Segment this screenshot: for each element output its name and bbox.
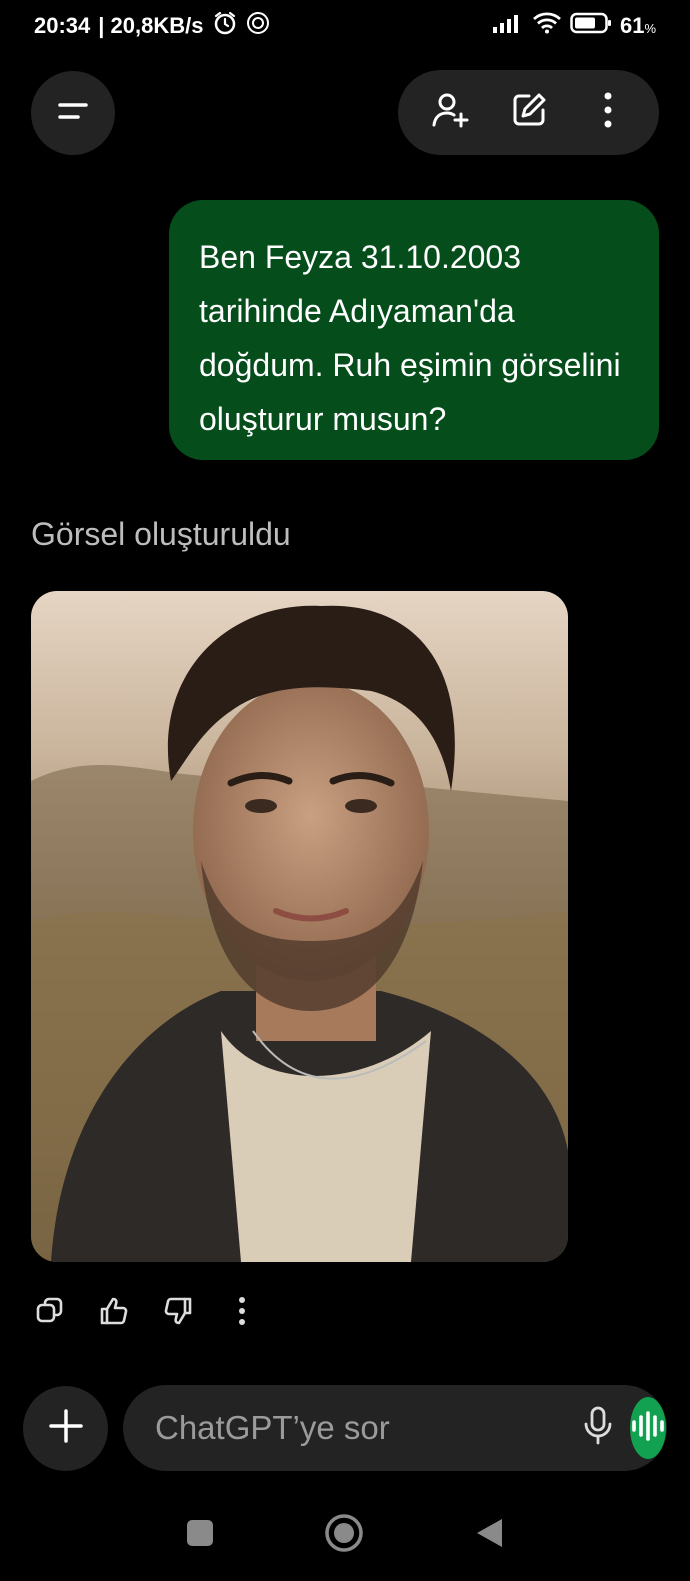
copy-icon [34, 1295, 66, 1332]
recents-square-icon[interactable] [186, 1519, 214, 1552]
generated-image[interactable] [31, 591, 568, 1262]
user-message-text: Ben Feyza 31.10.2003 tarihinde Adıyaman'… [199, 239, 621, 437]
wifi-icon [532, 12, 562, 40]
header-actions [398, 70, 659, 155]
alarm-icon [212, 10, 238, 42]
message-composer [123, 1385, 667, 1471]
home-circle-icon[interactable] [324, 1513, 364, 1558]
more-vertical-icon [602, 91, 614, 134]
add-person-icon [430, 90, 470, 135]
more-options-button[interactable] [580, 85, 636, 141]
response-actions [28, 1288, 264, 1338]
battery-icon [570, 12, 612, 40]
battery-value: 61 [619, 13, 645, 38]
system-nav-bar [0, 1500, 690, 1570]
status-left: 20:34 | 20,8KB/s [34, 10, 270, 42]
battery-unit: % [644, 21, 656, 36]
status-right: 61% [492, 12, 656, 40]
signal-icon [492, 13, 524, 39]
mic-icon [582, 1406, 614, 1451]
status-bar: 20:34 | 20,8KB/s 61% [0, 0, 690, 52]
copy-button[interactable] [28, 1291, 72, 1335]
new-chat-icon [509, 90, 549, 135]
menu-button[interactable] [31, 71, 115, 155]
attach-button[interactable] [23, 1386, 108, 1471]
more-vertical-icon [237, 1296, 247, 1331]
menu-icon [54, 97, 92, 130]
status-time: 20:34 [34, 13, 91, 38]
thumbs-up-button[interactable] [92, 1291, 136, 1335]
plus-icon [48, 1408, 84, 1449]
chatgpt-notification-icon [246, 11, 270, 41]
image-generated-label: Görsel oluşturuldu [31, 516, 291, 552]
status-net-speed: | 20,8KB/s [98, 13, 204, 38]
voice-mode-icon [630, 1410, 666, 1446]
dictate-button[interactable] [582, 1400, 614, 1456]
thumbs-up-icon [98, 1295, 130, 1332]
user-message-bubble: Ben Feyza 31.10.2003 tarihinde Adıyaman'… [169, 200, 659, 460]
new-chat-button[interactable] [501, 85, 557, 141]
back-triangle-icon[interactable] [474, 1517, 504, 1554]
response-more-button[interactable] [220, 1291, 264, 1335]
message-input[interactable] [153, 1408, 582, 1448]
thumbs-down-button[interactable] [156, 1291, 200, 1335]
voice-mode-button[interactable] [630, 1397, 666, 1459]
add-person-button[interactable] [422, 85, 478, 141]
thumbs-down-icon [162, 1295, 194, 1332]
battery-percentage: 61% [620, 13, 656, 39]
